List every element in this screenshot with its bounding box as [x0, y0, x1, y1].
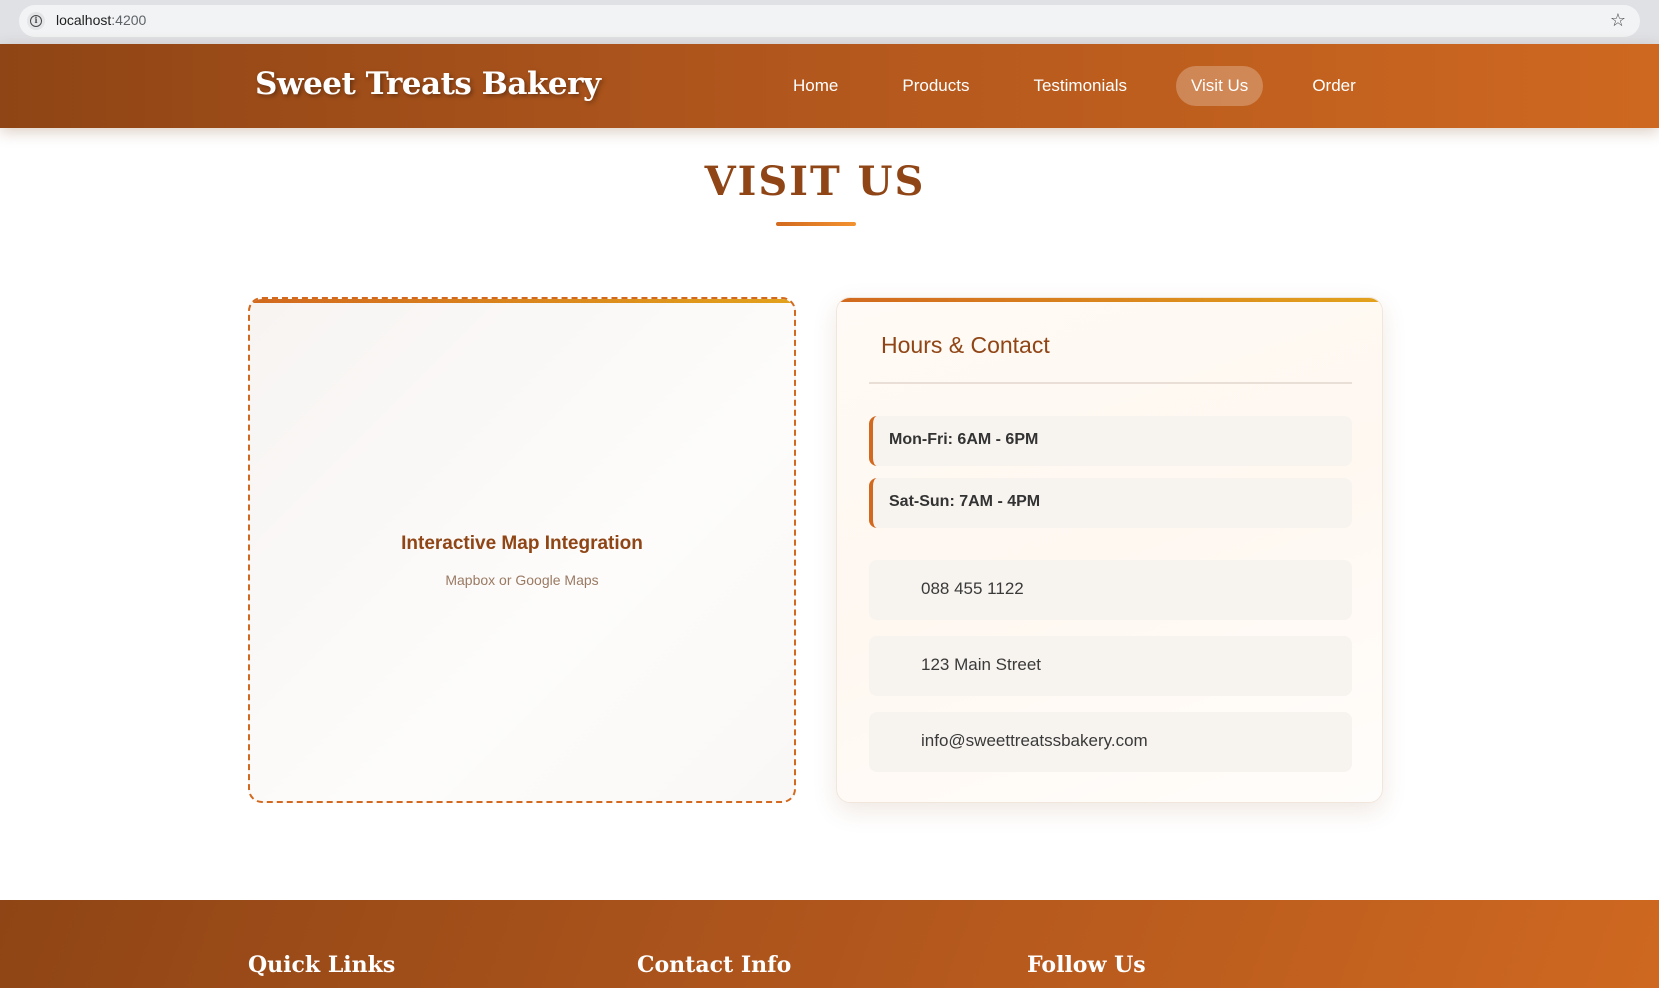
hours-text: Sat-Sun: 7AM - 4PM: [889, 493, 1041, 510]
footer-quick-links-heading: Quick Links: [248, 952, 396, 978]
location-icon: [889, 658, 905, 674]
contact-address-text: 123 Main Street: [921, 655, 1042, 674]
url-text[interactable]: localhost:4200: [56, 12, 146, 28]
site-header: Sweet Treats Bakery Home Products Testim…: [0, 44, 1659, 128]
email-icon: [889, 734, 905, 750]
site-footer: Quick Links Contact Info Follow Us: [0, 900, 1659, 988]
map-title: Interactive Map Integration: [401, 533, 643, 554]
main-nav: Home Products Testimonials Visit Us Orde…: [778, 66, 1371, 106]
map-card-accent: [250, 299, 794, 303]
url-host: localhost: [56, 12, 112, 28]
phone-icon: [889, 582, 905, 598]
nav-products[interactable]: Products: [887, 66, 984, 106]
nav-visit-us[interactable]: Visit Us: [1176, 66, 1264, 106]
url-port: :4200: [111, 12, 147, 28]
map-placeholder[interactable]: Interactive Map Integration Mapbox or Go…: [248, 297, 796, 803]
star-icon[interactable]: ☆: [1610, 10, 1626, 31]
contact-phone[interactable]: 088 455 1122: [869, 560, 1352, 620]
footer-contact-info-heading: Contact Info: [637, 952, 792, 978]
section-title: VISIT US: [704, 158, 926, 205]
title-underline: [776, 222, 856, 226]
contact-phone-text: 088 455 1122: [921, 579, 1024, 598]
hours-item: Mon-Fri: 6AM - 6PM: [869, 416, 1352, 466]
contact-email-text: info@sweettreatssbakery.com: [921, 731, 1148, 750]
contact-address[interactable]: 123 Main Street: [869, 636, 1352, 696]
info-card-accent: [837, 298, 1382, 302]
address-bar[interactable]: i localhost:4200 ☆: [19, 5, 1640, 37]
hours-contact-card: Hours & Contact Mon-Fri: 6AM - 6PM Sat-S…: [836, 297, 1383, 803]
hours-item: Sat-Sun: 7AM - 4PM: [869, 478, 1352, 528]
map-subtitle: Mapbox or Google Maps: [445, 572, 599, 588]
hours-contact-heading: Hours & Contact: [881, 332, 1050, 358]
nav-testimonials[interactable]: Testimonials: [1018, 66, 1142, 106]
hours-text: Mon-Fri: 6AM - 6PM: [889, 431, 1039, 448]
browser-toolbar: i localhost:4200 ☆: [0, 0, 1659, 44]
footer-follow-us-heading: Follow Us: [1027, 952, 1146, 978]
divider: [869, 382, 1352, 384]
contact-email[interactable]: info@sweettreatssbakery.com: [869, 712, 1352, 772]
brand-logo[interactable]: Sweet Treats Bakery: [255, 66, 601, 102]
nav-home[interactable]: Home: [778, 66, 853, 106]
nav-order[interactable]: Order: [1297, 66, 1370, 106]
info-icon[interactable]: i: [27, 12, 45, 30]
